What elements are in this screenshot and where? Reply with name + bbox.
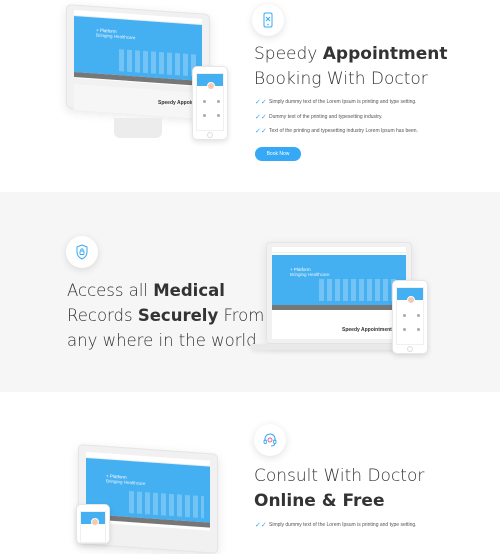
mockup-city-skyline [129,491,204,519]
feature-icon-circle [254,424,286,456]
feature-checklist: ✓✓ Simply dummy text of the Lorem Ipsum i… [255,518,495,533]
feature-heading: Consult With Doctor Online & Free [254,466,425,511]
double-check-icon: ✓✓ [255,128,267,136]
feature-checklist: ✓✓ Simply dummy text of the Lorem Ipsum i… [255,95,495,139]
feature-heading: Access all Medical Records Securely From… [67,281,265,350]
double-check-icon: ✓✓ [255,522,267,530]
desktop-mockup-stand [114,118,162,138]
feature-section-appointment: + Platform Bringing Healthcare Speedy Ap… [0,0,500,192]
phone-mockup [392,280,428,354]
desktop-mockup-screen: + Platform Bringing Healthcare [74,10,202,87]
mockup-city-skyline [118,49,196,77]
feature-section-consult: + Platform Bringing Healthcare Consult W… [0,392,500,554]
mobile-booking-icon [263,12,273,28]
mockup-navbar [272,247,406,253]
feature-heading: Speedy Appointment Booking With Doctor [254,44,448,89]
checklist-item: ✓✓ Text of the printing and typesetting i… [255,128,418,136]
feature-icon-circle [66,236,98,268]
mockup-city-skyline [318,279,400,301]
double-check-icon: ✓✓ [255,113,267,121]
checklist-item: ✓✓ Dummy text of the printing and typeset… [255,113,383,121]
phone-home-button [207,132,213,138]
checklist-item: ✓✓ Simply dummy text of the Lorem Ipsum i… [255,99,417,107]
mockup-road [272,305,406,310]
phone-avatar [407,296,415,304]
phone-mockup [192,66,228,140]
feature-section-records: Access all Medical Records Securely From… [0,192,500,392]
phone-home-button [407,346,413,352]
secure-lock-icon [76,244,88,260]
laptop-mockup-screen: + Platform Bringing Healthcare Speedy Ap… [272,247,406,339]
checklist-item: ✓✓ Simply dummy text of the Lorem Ipsum i… [255,522,417,530]
mockup-hero-line-2: Bringing Healthcare [290,272,330,277]
double-check-icon: ✓✓ [255,99,267,107]
headset-doctor-icon [263,433,277,447]
phone-avatar [91,518,99,526]
feature-icon-circle [252,4,284,36]
mockup-hero: + Platform Bringing Healthcare [74,16,202,81]
mockup-caption: Speedy Appointment [342,327,392,333]
mockup-hero: + Platform Bringing Healthcare [272,255,406,305]
book-now-button[interactable]: Book Now [255,147,301,161]
phone-avatar [207,82,215,90]
phone-mockup [76,504,110,544]
